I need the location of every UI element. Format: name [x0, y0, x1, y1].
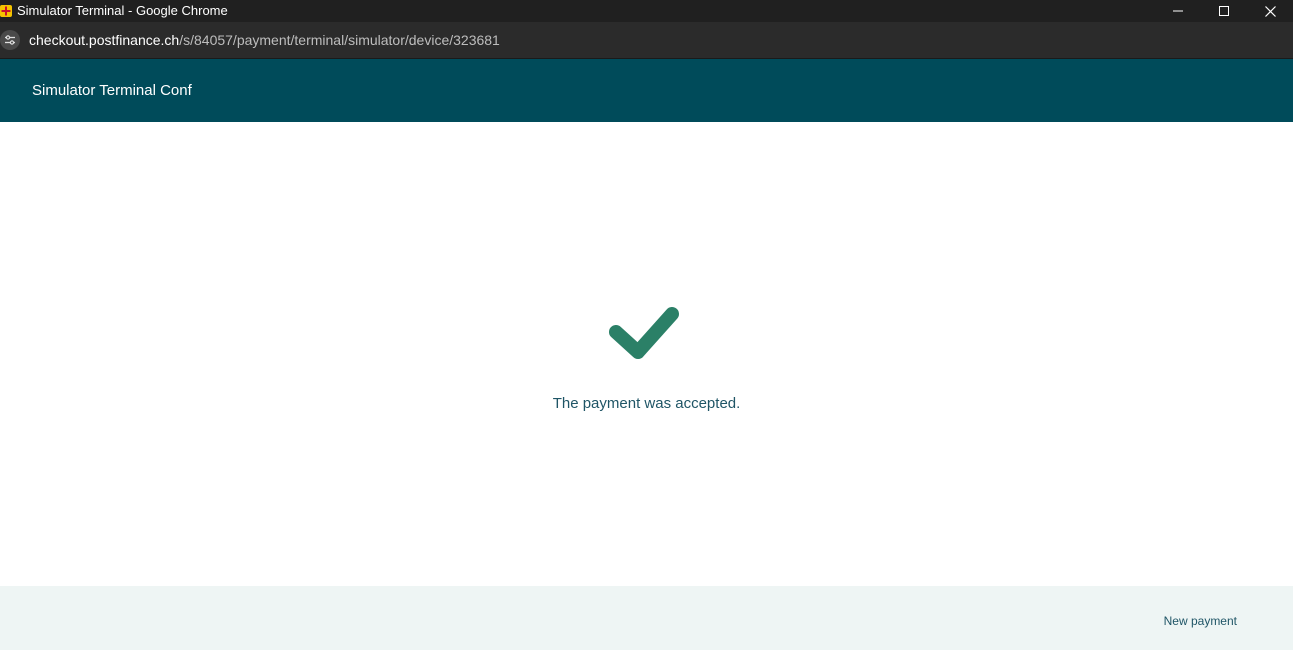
new-payment-link[interactable]: New payment [1164, 614, 1237, 628]
window-titlebar: Simulator Terminal - Google Chrome [0, 0, 1293, 22]
app-header: Simulator Terminal Conf [0, 59, 1293, 122]
window-controls [1155, 0, 1293, 22]
checkmark-icon [609, 307, 679, 359]
minimize-button[interactable] [1155, 0, 1201, 22]
url-field[interactable]: checkout.postfinance.ch/s/84057/payment/… [29, 32, 500, 48]
address-bar: checkout.postfinance.ch/s/84057/payment/… [0, 22, 1293, 59]
postfinance-favicon-icon [0, 5, 12, 17]
minimize-icon [1173, 10, 1183, 12]
maximize-icon [1219, 6, 1229, 16]
maximize-button[interactable] [1201, 0, 1247, 22]
page-title: Simulator Terminal Conf [32, 82, 192, 99]
close-button[interactable] [1247, 0, 1293, 22]
status-message: The payment was accepted. [552, 395, 741, 412]
url-host: checkout.postfinance.ch [29, 32, 180, 48]
window-title: Simulator Terminal - Google Chrome [17, 3, 228, 18]
browser-window: Simulator Terminal - Google Chrome check… [0, 0, 1293, 650]
main-content: The payment was accepted. [0, 122, 1293, 586]
close-icon [1264, 5, 1276, 17]
tune-icon [5, 35, 15, 45]
footer: New payment [0, 586, 1293, 650]
url-path: /s/84057/payment/terminal/simulator/devi… [179, 32, 500, 48]
site-info-button[interactable] [0, 30, 20, 50]
